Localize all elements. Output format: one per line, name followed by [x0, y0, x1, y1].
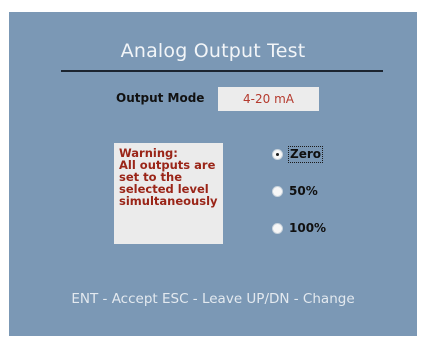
radio-label-zero[interactable]: Zero [288, 146, 324, 163]
radio-selected-icon[interactable] [272, 149, 283, 160]
radio-label-50[interactable]: 50% [288, 184, 319, 199]
warning-box: Warning: All outputs are set to the sele… [114, 143, 223, 244]
output-mode-value: 4-20 mA [218, 87, 319, 111]
radio-option-50[interactable]: 50% [271, 182, 341, 202]
output-mode-label: Output Mode [116, 91, 205, 105]
radio-label-100[interactable]: 100% [288, 221, 327, 236]
key-help-footer: ENT - Accept ESC - Leave UP/DN - Change [71, 291, 355, 307]
radio-option-100[interactable]: 100% [271, 219, 341, 239]
analog-output-test-screen: Analog Output Test Output Mode 4-20 mA W… [9, 12, 417, 336]
screen-title: Analog Output Test [120, 40, 306, 62]
radio-unselected-icon[interactable] [272, 186, 283, 197]
warning-line: simultaneously [119, 194, 218, 208]
radio-unselected-icon[interactable] [272, 223, 283, 234]
radio-option-zero[interactable]: Zero [271, 145, 341, 165]
title-divider [61, 70, 383, 72]
